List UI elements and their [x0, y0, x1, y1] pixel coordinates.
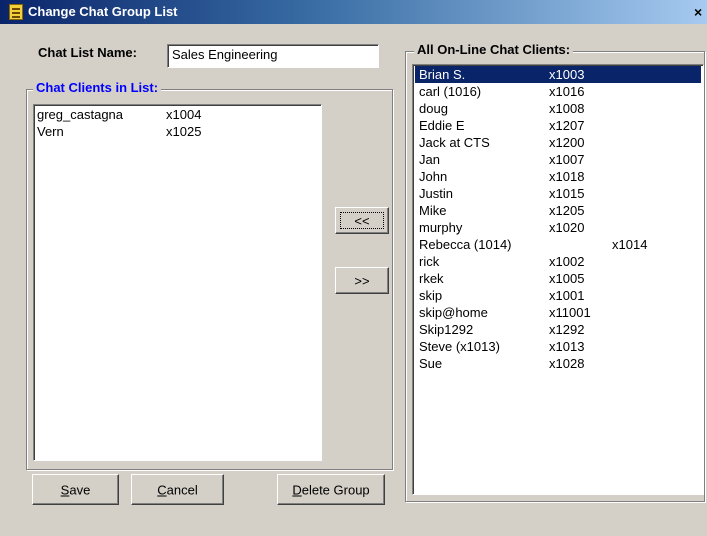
list-item[interactable]: Jack at CTS x1200: [415, 134, 701, 151]
client-name: carl (1016): [419, 84, 482, 99]
list-item[interactable]: Steve (x1013) x1013: [415, 338, 701, 355]
list-item[interactable]: rick x1002: [415, 253, 701, 270]
list-item[interactable]: murphy x1020: [415, 219, 701, 236]
notepad-list-icon: [9, 4, 23, 20]
client-extension: x1014: [612, 237, 648, 252]
list-item[interactable]: Mike x1205: [415, 202, 701, 219]
list-item[interactable]: greg_castagna x1004: [36, 106, 319, 123]
chat-list-name-label: Chat List Name:: [38, 45, 137, 60]
list-item[interactable]: Brian S. x1003: [415, 66, 701, 83]
list-item[interactable]: John x1018: [415, 168, 701, 185]
list-item[interactable]: skip@home x11001: [415, 304, 701, 321]
client-extension: x1002: [549, 254, 585, 269]
client-name: Jack at CTS: [419, 135, 490, 150]
client-extension: x1200: [549, 135, 585, 150]
client-name: rick: [419, 254, 440, 269]
list-item[interactable]: carl (1016) x1016: [415, 83, 701, 100]
client-extension: x1025: [166, 124, 202, 139]
client-extension: x1020: [549, 220, 585, 235]
client-name: murphy: [419, 220, 463, 235]
save-button[interactable]: Save: [32, 474, 119, 505]
window-title: Change Chat Group List: [28, 4, 178, 19]
add-to-list-label: <<: [354, 213, 370, 228]
client-extension: x1001: [549, 288, 585, 303]
client-extension: x1005: [549, 271, 585, 286]
list-item[interactable]: Rebecca (1014) x1014: [415, 236, 701, 253]
client-name: Mike: [419, 203, 447, 218]
delete-group-button[interactable]: Delete Group: [277, 474, 385, 505]
list-item[interactable]: Sue x1028: [415, 355, 701, 372]
client-extension: x1008: [549, 101, 585, 116]
list-item[interactable]: Eddie E x1207: [415, 117, 701, 134]
client-extension: x1004: [166, 107, 202, 122]
client-extension: x1205: [549, 203, 585, 218]
online-clients-list[interactable]: Brian S. x1003 carl (1016) x1016 doug x1008 Ed…: [412, 64, 704, 495]
list-item[interactable]: skip x1001: [415, 287, 701, 304]
client-extension: x1018: [549, 169, 585, 184]
client-name: Eddie E: [419, 118, 465, 133]
close-icon[interactable]: ×: [694, 3, 707, 21]
client-name: skip@home: [419, 305, 488, 320]
client-name: Justin: [419, 186, 453, 201]
client-name: Jan: [419, 152, 440, 167]
client-name: Brian S.: [419, 67, 466, 82]
client-name: doug: [419, 101, 448, 116]
list-item[interactable]: Vern x1025: [36, 123, 319, 140]
client-extension: x1016: [549, 84, 585, 99]
client-name: rkek: [419, 271, 444, 286]
add-to-list-button[interactable]: <<: [335, 207, 389, 234]
client-name: skip: [419, 288, 443, 303]
client-extension: x1007: [549, 152, 585, 167]
list-item[interactable]: Skip1292 x1292: [415, 321, 701, 338]
client-extension: x11001: [549, 305, 591, 320]
list-item[interactable]: doug x1008: [415, 100, 701, 117]
cancel-mnemonic: C: [157, 482, 167, 497]
client-extension: x1207: [549, 118, 585, 133]
list-item[interactable]: Justin x1015: [415, 185, 701, 202]
client-extension: x1292: [549, 322, 585, 337]
cancel-button[interactable]: Cancel: [131, 474, 224, 505]
list-item[interactable]: Jan x1007: [415, 151, 701, 168]
title-bar: Change Chat Group List: [0, 0, 707, 24]
chat-clients-in-list-caption: Chat Clients in List:: [33, 80, 162, 95]
save-label: ave: [69, 482, 91, 497]
client-extension: x1013: [549, 339, 585, 354]
client-extension: x1015: [549, 186, 585, 201]
client-name: Sue: [419, 356, 443, 371]
chat-list-name-input[interactable]: Sales Engineering: [167, 44, 379, 68]
client-extension: x1028: [549, 356, 585, 371]
remove-from-list-button[interactable]: >>: [335, 267, 389, 294]
client-name: John: [419, 169, 448, 184]
client-name: Rebecca (1014): [419, 237, 512, 252]
client-name: Steve (x1013): [419, 339, 500, 354]
online-clients-caption: All On-Line Chat Clients:: [414, 42, 574, 57]
delete-mnemonic: D: [292, 482, 302, 497]
delete-group-label: elete Group: [301, 482, 370, 497]
client-name: Vern: [37, 124, 64, 139]
list-item[interactable]: rkek x1005: [415, 270, 701, 287]
client-extension: x1003: [549, 67, 585, 82]
client-name: greg_castagna: [37, 107, 124, 122]
chat-clients-in-list[interactable]: greg_castagna x1004 Vern x1025: [33, 104, 322, 461]
client-name: Skip1292: [419, 322, 474, 337]
remove-from-list-label: >>: [354, 273, 370, 288]
cancel-label: ancel: [166, 482, 198, 497]
